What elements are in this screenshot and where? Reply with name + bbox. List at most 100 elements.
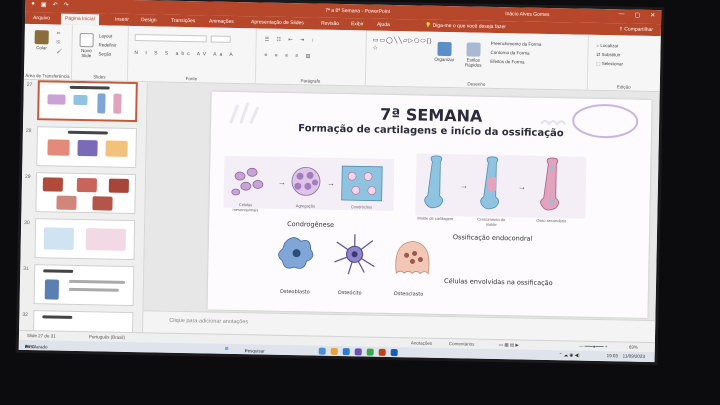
osteoclast-icon (395, 241, 430, 275)
format-painter-icon[interactable]: 🖌 (56, 49, 62, 55)
view-buttons[interactable]: ▭ ▦ ▤ ▶ (499, 342, 519, 348)
chondrocytes-icon (341, 165, 383, 202)
tab-pagina-inicial[interactable]: Página Inicial (60, 13, 99, 26)
thumbnail-30[interactable] (34, 218, 136, 261)
chrome-icon[interactable] (366, 348, 374, 356)
clock-date[interactable]: 11/09/2023 (623, 353, 645, 358)
tab-animacoes[interactable]: Animações (209, 18, 234, 24)
editing-group: ⌕ Localizar ⇄ Substituir ⬚ Selecionar Ed… (588, 35, 661, 92)
share-icon: ⇪ (618, 26, 623, 33)
osteocyte-icon (334, 234, 375, 275)
paste-button[interactable]: Colar (30, 30, 52, 50)
maximize-icon[interactable]: ▢ (634, 12, 640, 19)
task-view-icon[interactable] (318, 347, 326, 355)
thumbnail-29[interactable] (35, 172, 137, 215)
current-slide[interactable]: → → → → 7ª SEMANA Formação de cartilagen… (207, 91, 652, 318)
shape-fill-button[interactable]: Preenchimento da Forma (491, 41, 542, 47)
arrange-icon (437, 41, 452, 57)
find-button[interactable]: ⌕ Localizar (597, 43, 619, 48)
cut-icon[interactable]: ✂ (57, 31, 61, 37)
comments-toggle[interactable]: Comentários (449, 341, 475, 346)
thumb-number: 32 (22, 311, 28, 319)
close-icon[interactable]: ✕ (650, 12, 655, 19)
account-name[interactable]: Inácio Alves Gomes (505, 11, 549, 18)
start-icon[interactable]: ⊞ (225, 346, 229, 352)
word-icon[interactable] (390, 348, 398, 356)
osteoblast-caption: Osteoblasto (279, 288, 310, 296)
thumbnail-31[interactable] (33, 264, 135, 307)
cartilage-model-label: Molde de cartilagem (417, 215, 454, 222)
autosave-icon[interactable]: ● (31, 1, 35, 8)
reset-button[interactable]: Redefinir (99, 42, 117, 47)
layout-button[interactable]: Layout (99, 33, 113, 38)
thumb-number: 31 (23, 265, 29, 273)
copy-icon[interactable]: ⎘ (57, 40, 61, 45)
thumbnail-32[interactable] (32, 310, 134, 333)
tab-revisao[interactable]: Revisão (321, 21, 339, 27)
svg-text:→: → (518, 182, 526, 191)
quick-styles-label: Estilos Rápidos (464, 57, 482, 68)
shape-outline-button[interactable]: Contorno da Forma (490, 50, 529, 56)
font-format-buttons[interactable]: N I S S abc AV Aa A (134, 50, 235, 58)
new-slide-button[interactable]: Novo Slide (76, 32, 96, 58)
notes-placeholder: Clique para adicionar anotações (169, 317, 249, 326)
notes-toggle[interactable]: Anotações (411, 340, 432, 345)
quick-styles-button[interactable]: Estilos Rápidos (460, 42, 486, 68)
tab-ajuda[interactable]: Ajuda (377, 22, 390, 28)
undo-icon[interactable]: ↶ (53, 1, 58, 8)
select-icon: ⬚ (596, 60, 601, 66)
teams-icon[interactable] (354, 347, 362, 355)
minimize-icon[interactable]: — (618, 11, 624, 18)
quick-styles-icon (466, 42, 481, 57)
select-button[interactable]: ⬚ Selecionar (596, 61, 623, 68)
font-name-combo[interactable] (134, 34, 207, 43)
osteoblast-icon (278, 237, 314, 269)
slides-group: Novo Slide Layout Redefinir Seção Slides (71, 24, 129, 82)
thumbnail-27[interactable] (37, 80, 138, 123)
paste-label: Colar (36, 45, 47, 51)
mold-growth-label: Crescimento do molde (477, 216, 506, 228)
endochondral-caption: Ossificação endocondral (452, 233, 533, 243)
zoom-level[interactable]: 69% (629, 345, 638, 350)
slides-group-label: Slides (93, 74, 106, 80)
save-icon[interactable]: ▣ (41, 1, 47, 8)
thumb-number: 29 (24, 173, 31, 181)
tab-apresentacao[interactable]: Apresentação de Slides (251, 19, 304, 26)
thumb-number: 30 (24, 219, 30, 227)
system-tray-icons[interactable]: ⌃ ☁ ◉ ◀) (559, 352, 580, 358)
redo-icon[interactable]: ↷ (64, 2, 69, 9)
arrange-button[interactable]: Organizar (432, 41, 456, 62)
tab-transicoes[interactable]: Transições (171, 18, 195, 24)
select-label: Selecionar (601, 61, 624, 67)
file-explorer-icon[interactable] (330, 347, 338, 355)
tab-exibir[interactable]: Exibir (351, 21, 364, 27)
tell-me-search[interactable]: 💡 Diga-me o que você deseja fazer (425, 23, 506, 31)
chondrogenesis-caption: Condrogênese (287, 219, 335, 229)
powerpoint-window: ● ▣ ↶ ↷ 7ª a 8ª Semana - PowerPoint Inác… (18, 0, 662, 363)
shapes-gallery[interactable]: ▭▭◯╲╲▱▷⬠⬭{}☆ (372, 37, 432, 54)
find-label: Localizar (600, 42, 619, 49)
quick-access-toolbar: ● ▣ ↶ ↷ (31, 1, 68, 9)
list-buttons[interactable]: ☰ ☷ ⇤ ⇥ ↕ (265, 37, 318, 44)
thumbnail-28[interactable] (36, 126, 137, 169)
share-label: Compartilhar (624, 26, 653, 33)
share-button[interactable]: ⇪ Compartilhar (619, 26, 653, 33)
tab-inserir[interactable]: Inserir (115, 17, 129, 23)
section-button[interactable]: Seção (98, 51, 111, 56)
align-buttons[interactable]: ≡ ≡ ≡ ≡ ▥ (264, 53, 313, 60)
replace-button[interactable]: ⇄ Substituir (596, 52, 620, 58)
language-indicator[interactable]: Português (Brasil) (89, 334, 125, 340)
shape-effects-button[interactable]: Efeitos de Forma (490, 59, 524, 65)
osteoclast-caption: Osteoclasto (393, 291, 424, 298)
font-size-combo[interactable] (210, 35, 231, 43)
osteocyte-caption: Osteócito (337, 289, 362, 297)
tab-design[interactable]: Design (141, 17, 157, 23)
zoom-slider[interactable]: — ━━━●━━━ + (579, 344, 608, 351)
clipboard-group: Colar ✂ ⎘ 🖌 Área de Transferência (23, 23, 73, 81)
clipboard-group-label: Área de Transferência (25, 72, 70, 79)
clock-time[interactable]: 19:03 (607, 353, 618, 358)
edge-icon[interactable] (342, 347, 350, 355)
thumb-number: 27 (26, 81, 33, 89)
powerpoint-icon[interactable] (378, 348, 386, 356)
tab-arquivo[interactable]: Arquivo (33, 15, 50, 21)
